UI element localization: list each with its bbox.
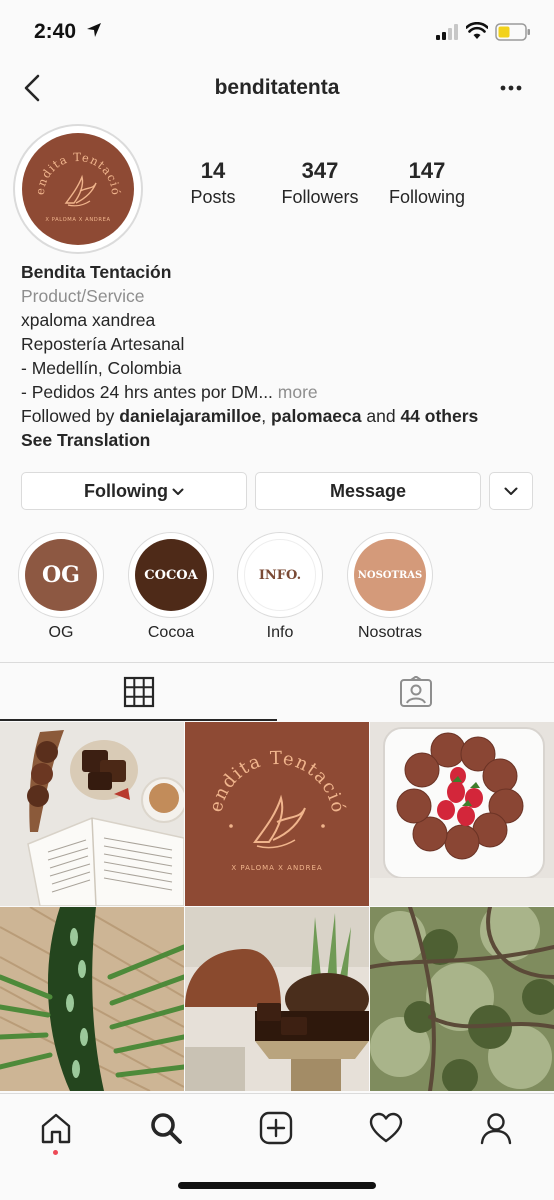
highlight-info[interactable]: INFO. Info [237,532,323,642]
brand-logo-post-image: Bendita Tentación X PALOMA X ANDREA [185,722,369,906]
posts-label: Posts [190,187,236,207]
followed-by: Followed by danielajaramilloe, palomaeca… [21,406,479,426]
highlight-ring: NOSOTRAS [347,532,433,618]
palm-leaves-image [0,907,184,1091]
post-thumbnail[interactable] [370,907,554,1091]
tab-tagged[interactable] [277,663,554,721]
signal-icon [436,24,458,40]
highlight-ring: COCOA [128,532,214,618]
svg-text:Bendita Tentación: Bendita Tentación [22,133,123,196]
highlight-ring: OG [18,532,104,618]
active-tab-indicator [0,719,277,721]
posts-count: 14 Posts [170,158,256,208]
status-time: 2:40 [34,20,77,43]
nav-profile[interactable] [466,1108,526,1148]
tree-branches-image [370,907,554,1091]
grid-icon [123,676,154,708]
chevron-down-icon [504,487,518,495]
brownies-book-image [0,722,184,906]
post-thumbnail[interactable] [0,722,184,906]
followed-by-user-link[interactable]: palomaeca [271,406,361,426]
brand-logo-icon: Bendita Tentación X PALOMA X ANDREA [22,133,123,223]
chevron-down-icon [172,488,184,495]
add-post-icon [259,1111,293,1145]
bio-line: - Medellín, Colombia [21,358,182,378]
highlight-ring: INFO. [237,532,323,618]
wifi-icon [466,22,488,39]
highlight-cover: INFO. [244,539,316,611]
profile-category: Product/Service [21,286,145,306]
bottom-nav [0,1093,554,1200]
post-thumbnail[interactable]: Bendita Tentación X PALOMA X ANDREA [185,722,369,906]
message-button-label: Message [329,480,407,501]
see-translation-link[interactable]: See Translation [21,428,541,452]
bio-truncated-text: - Pedidos 24 hrs antes por DM... [21,382,273,402]
post-logo-subtext: X PALOMA X ANDREA [231,864,322,872]
suggested-accounts-button[interactable] [489,472,533,510]
nav-search[interactable] [136,1108,196,1148]
following-count[interactable]: 147 Following [380,158,474,208]
bio-truncated-line: - Pedidos 24 hrs antes por DM... more [21,380,541,404]
highlight-label: Cocoa [147,624,195,641]
highlight-cover: OG [25,539,97,611]
followed-by-and: and [366,406,396,426]
following-button[interactable]: Following [21,472,247,510]
followed-by-prefix: Followed by [21,406,115,426]
followers-count[interactable]: 347 Followers [272,158,368,208]
activity-dot [53,1150,58,1155]
bio-line: xpaloma xandrea [21,310,156,330]
post-thumbnail[interactable] [370,722,554,906]
nav-new-post[interactable] [246,1108,306,1148]
nav-activity[interactable] [356,1108,416,1148]
profile-bio: Bendita Tentación Product/Service xpalom… [21,260,541,452]
highlight-label: Info [266,624,294,641]
avatar-brand-text: Bendita Tentación [22,133,122,196]
followed-by-others-link[interactable]: 44 others [400,406,478,426]
highlight-og[interactable]: OG OG [18,532,104,642]
tab-posts-grid[interactable] [0,663,277,721]
posts-number: 14 [200,158,226,183]
more-options-icon[interactable] [496,76,526,100]
avatar: Bendita Tentación X PALOMA X ANDREA [22,133,134,245]
battery-icon [495,23,530,41]
following-button-label: Following [84,480,168,501]
following-number: 147 [408,158,446,183]
bio-more-link[interactable]: more [278,382,318,402]
highlight-cover: NOSOTRAS [354,539,426,611]
profile-username: benditatenta [214,76,340,99]
highlight-cocoa[interactable]: COCOA Cocoa [128,532,214,642]
avatar-subtext: X PALOMA X ANDREA [45,217,110,223]
home-indicator [178,1182,376,1189]
location-arrow-icon [87,23,101,37]
profile-display-name: Bendita Tentación [21,262,172,282]
highlight-label: Nosotras [357,624,423,641]
bio-line: Repostería Artesanal [21,334,185,354]
highlight-cover: COCOA [135,539,207,611]
following-label: Following [388,187,466,207]
profile-avatar-ring[interactable]: Bendita Tentación X PALOMA X ANDREA [13,124,143,254]
message-button[interactable]: Message [255,472,481,510]
cookies-plate-image [370,722,554,906]
profile-icon [480,1113,512,1145]
nav-home[interactable] [26,1108,86,1155]
highlight-nosotras[interactable]: NOSOTRAS Nosotras [347,532,433,642]
followers-number: 347 [301,158,339,183]
heart-icon [369,1112,403,1143]
followed-by-user-link[interactable]: danielajaramilloe [119,406,261,426]
home-icon [41,1113,71,1144]
post-thumbnail[interactable] [0,907,184,1091]
highlight-label: OG [48,624,74,641]
search-icon [151,1113,182,1144]
brownie-pedestal-image [185,907,369,1091]
post-thumbnail[interactable] [185,907,369,1091]
followers-label: Followers [281,187,359,207]
profile-header: benditatenta [0,62,554,116]
tagged-icon [399,676,432,707]
status-bar: 2:40 [0,0,554,62]
